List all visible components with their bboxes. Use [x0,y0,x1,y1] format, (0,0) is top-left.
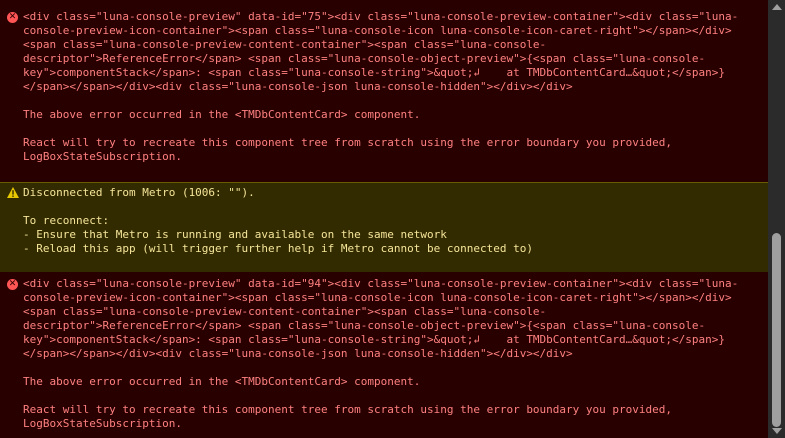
message-line: </span></span></div><div class="luna-con… [23,347,573,360]
message-line: console-preview-icon-container"><span cl… [23,24,732,37]
error-message: ✕ <div class="luna-console-preview" data… [0,0,768,182]
message-line: LogBoxStateSubscription. [23,150,182,163]
message-line: Disconnected from Metro (1006: ""). [23,186,255,199]
message-line: - Ensure that Metro is running and avail… [23,228,447,241]
message-line: To reconnect: [23,214,110,227]
message-line: - Reload this app (will trigger further … [23,242,533,255]
message-line: <div class="luna-console-preview" data-i… [23,10,739,23]
message-line: The above error occurred in the <TMDbCon… [23,375,421,388]
message-line: key">componentStack</span>: <span class=… [23,66,725,79]
message-line: <div class="luna-console-preview" data-i… [23,277,739,290]
message-line: LogBoxStateSubscription. [23,417,182,430]
error-x-icon: ✕ [7,279,18,290]
message-line: <span class="luna-console-preview-conten… [23,38,547,51]
scroll-up-arrow-icon[interactable] [772,4,782,10]
console-log: ✕ <div class="luna-console-preview" data… [0,0,768,438]
warning-message: Disconnected from Metro (1006: ""). To r… [0,182,768,273]
scroll-down-arrow-icon[interactable] [772,428,782,434]
scrollbar-thumb[interactable] [772,233,781,427]
message-line: descriptor">ReferenceError</span> <span … [23,319,706,332]
message-line: The above error occurred in the <TMDbCon… [23,108,421,121]
message-line: key">componentStack</span>: <span class=… [23,333,725,346]
vertical-scrollbar[interactable] [768,0,785,438]
error-message: ✕ <div class="luna-console-preview" data… [0,272,768,438]
message-line: <span class="luna-console-preview-conten… [23,305,547,318]
message-line: </span></span></div><div class="luna-con… [23,80,573,93]
message-line: descriptor">ReferenceError</span> <span … [23,52,706,65]
warning-triangle-icon [7,187,19,198]
message-line: React will try to recreate this componen… [23,403,673,416]
message-line: React will try to recreate this componen… [23,136,673,149]
error-x-icon: ✕ [7,12,18,23]
message-line: console-preview-icon-container"><span cl… [23,291,732,304]
